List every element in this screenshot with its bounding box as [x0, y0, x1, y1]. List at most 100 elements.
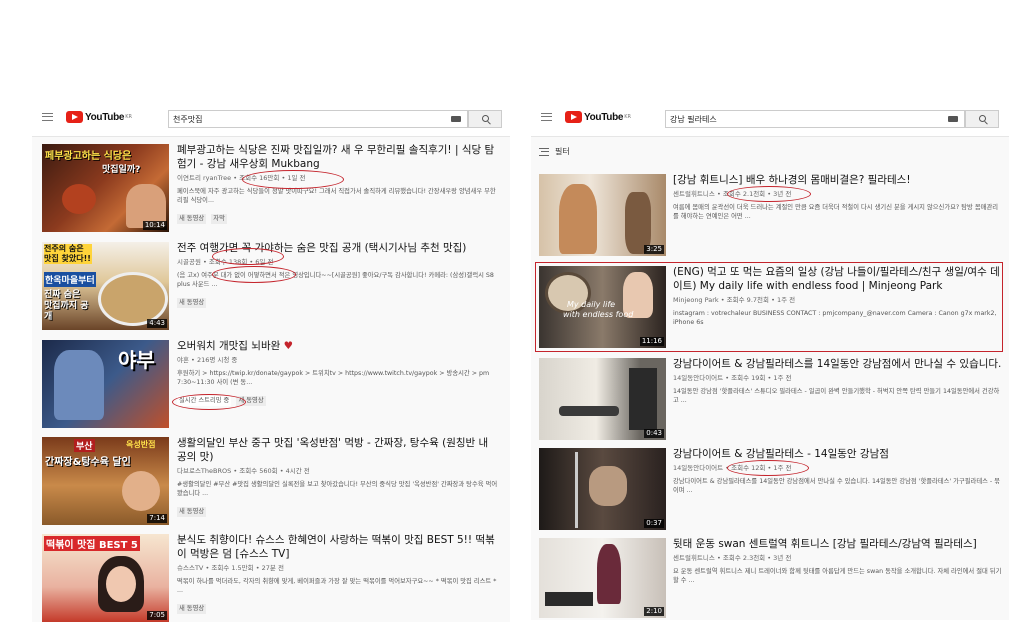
video-thumbnail[interactable]: 0:43	[539, 358, 666, 440]
video-title[interactable]: 강남다이어트 & 강남필라테스를 14일동안 강남점에서 만나실 수 있습니다.	[673, 357, 1003, 371]
new-video-badge: 새 동영상	[236, 396, 266, 406]
keyboard-icon[interactable]	[451, 116, 461, 122]
video-meta: 센트럴휘트니스 • 조회수 2.1천회 • 3년 전	[673, 190, 792, 198]
channel-name[interactable]: Minjeong Park	[673, 296, 719, 304]
filter-label: 필터	[555, 147, 570, 156]
search-input[interactable]: 강남 필라테스	[665, 110, 965, 128]
channel-name[interactable]: 이연트리 ryanTree	[177, 174, 231, 182]
video-description: 떡볶이 하나를 먹더라도, 각자의 취향에 맞게, 베이퍼즐과 가장 잘 맞는 …	[177, 578, 497, 594]
video-title[interactable]: 뒷태 운동 swan 센트럴역 휘트니스 [강남 필라테스/강남역 필라테스]	[673, 537, 1003, 551]
video-info: [강남 휘트니스] 배우 하나경의 몸매비결은? 필라테스! 센트럴휘트니스 •…	[673, 173, 1003, 221]
video-info: 오버워치 개맛집 뇌바완 ♥ 야혼 • 216명 시청 중 후원하기 > htt…	[177, 339, 499, 406]
thumbnail-text: 옥성반점	[126, 440, 156, 449]
video-info: 폐부광고하는 식당은 진짜 맛집일까? 새 우 무한리필 솔직후기! | 식당 …	[177, 143, 499, 224]
thumbnail-text: 떡볶이 맛집 BEST 5	[44, 536, 140, 551]
video-meta: 이연트리 ryanTree • 조회수 16만회 • 1일 전	[177, 174, 306, 182]
video-info: 분식도 취향이다! 슈스스 한혜연이 사랑하는 떡볶이 맛집 BEST 5!! …	[177, 533, 499, 614]
video-title[interactable]: 강남다이어트 & 강남필라테스 - 14일동안 강남점	[673, 447, 1003, 461]
view-count: 조회수 16만회	[239, 174, 280, 182]
video-title[interactable]: 분식도 취향이다! 슈스스 한혜연이 사랑하는 떡볶이 맛집 BEST 5!! …	[177, 533, 499, 561]
video-duration: 11:16	[639, 337, 664, 346]
new-video-badge: 새 동영상	[177, 298, 207, 308]
live-badge: 실시간 스트리밍 중	[177, 396, 232, 406]
channel-name[interactable]: 센트럴휘트니스	[673, 554, 715, 562]
video-duration: 0:37	[644, 519, 664, 528]
video-duration: 7:14	[147, 514, 167, 523]
video-title[interactable]: 폐부광고하는 식당은 진짜 맛집일까? 새 우 무한리필 솔직후기! | 식당 …	[177, 143, 499, 171]
new-video-badge: 새 동영상	[177, 604, 207, 614]
brand-name: YouTube	[85, 111, 125, 123]
thumbnail-text: with endless food	[563, 310, 634, 319]
view-count: 조회수 1.5만회	[211, 564, 254, 572]
top-bar: YouTube KR 천주맛집	[32, 102, 510, 137]
youtube-logo[interactable]: YouTube KR	[66, 111, 132, 123]
video-meta: 슈스스TV • 조회수 1.5만회 • 27분 전	[177, 564, 284, 572]
video-meta: 다브로스TheBROS • 조회수 560회 • 4시간 전	[177, 467, 310, 475]
video-meta: 센트럴휘트니스 • 조회수 2.3천회 • 3년 전	[673, 554, 792, 562]
menu-icon[interactable]	[42, 113, 53, 121]
channel-name[interactable]: 시골공원	[177, 258, 201, 266]
upload-time: 1주 전	[773, 464, 792, 472]
youtube-logo[interactable]: YouTube KR	[565, 111, 631, 123]
upload-time: 3년 전	[773, 190, 792, 198]
thumbnail-text: 부산	[74, 439, 95, 452]
video-description: 후원하기 > https://twip.kr/donate/gaypok > 트…	[177, 370, 490, 386]
live-viewers: 216명 시청 중	[196, 356, 238, 364]
video-meta: 14일동안다이어트 • 조회수 12회 • 1주 전	[673, 464, 792, 472]
video-thumbnail[interactable]: My daily life with endless food 11:16	[539, 266, 666, 348]
search-button[interactable]	[468, 110, 502, 128]
video-thumbnail[interactable]: 부산 옥성반점 간짜장&탕수육 달인 7:14	[42, 437, 169, 525]
video-thumbnail[interactable]: 떡볶이 맛집 BEST 5 7:05	[42, 534, 169, 622]
video-title[interactable]: 생활의달인 부산 중구 맛집 '옥성반점' 먹방 - 간짜장, 탕수육 (원칭반…	[177, 436, 499, 464]
video-title[interactable]: 전주 여행가면 꼭 가야하는 숨은 맛집 공개 (택시기사님 추천 맛집)	[177, 241, 499, 255]
right-youtube-screenshot: YouTube KR 강남 필라테스 필터 3:25 [강남 휘트니스] 배우 …	[531, 102, 1009, 620]
channel-name[interactable]: 슈스스TV	[177, 564, 203, 572]
video-thumbnail[interactable]: 3:25	[539, 174, 666, 256]
video-title[interactable]: (ENG) 먹고 또 먹는 요즘의 일상 (강남 나들이/필라테스/친구 생일/…	[673, 265, 1003, 293]
video-thumbnail[interactable]: 전주의 숨은 맛집 찾았다!! 한옥마을부터 진짜 숨은 맛집까지 공개 4:4…	[42, 242, 169, 330]
upload-time: 1주 전	[776, 296, 796, 304]
video-description: 요 운동 센트럴역 휘트니스 제니 트레이너와 함께 뒷태를 아름답게 만드는 …	[673, 568, 1002, 584]
view-count: 조회수 2.3천회	[722, 554, 766, 562]
thumbnail-text: My daily life	[567, 300, 616, 309]
search-input[interactable]: 천주맛집	[168, 110, 468, 128]
channel-name[interactable]: 센트럴휘트니스	[673, 190, 715, 198]
video-thumbnail[interactable]: 2:10	[539, 538, 666, 618]
top-bar: YouTube KR 강남 필라테스	[531, 102, 1009, 137]
filter-icon	[539, 147, 549, 156]
region-code: KR	[125, 114, 132, 120]
video-title-text: 오버워치 개맛집 뇌바완	[177, 340, 281, 352]
upload-time: 3년 전	[773, 554, 792, 562]
video-info: 생활의달인 부산 중구 맛집 '옥성반점' 먹방 - 간짜장, 탕수육 (원칭반…	[177, 436, 499, 517]
channel-name[interactable]: 14일동안다이어트	[673, 374, 723, 382]
heart-icon: ♥	[283, 340, 294, 352]
channel-name[interactable]: 야혼	[177, 356, 189, 364]
video-thumbnail[interactable]: 페부광고하는 식당은 맛집일까? 10:14	[42, 144, 169, 232]
channel-name[interactable]: 14일동안다이어트	[673, 464, 723, 472]
thumbnail-text: 간짜장&탕수육 달인	[45, 457, 131, 468]
video-duration: 10:14	[142, 221, 167, 230]
thumbnail-text: 맛집일까?	[102, 165, 141, 175]
view-count: 조회수 9.7천회	[726, 296, 769, 304]
youtube-logo-icon	[66, 111, 83, 123]
video-thumbnail[interactable]: 0:37	[539, 448, 666, 530]
video-title[interactable]: [강남 휘트니스] 배우 하나경의 몸매비결은? 필라테스!	[673, 173, 1003, 187]
video-duration: 4:43	[147, 319, 167, 328]
filter-button[interactable]: 필터	[539, 146, 570, 157]
video-description: 여름에 몸매의 윤곽선이 더욱 드러나는 계절인 만큼 요즘 더욱더 적철이 다…	[673, 204, 999, 220]
thumbnail-text: 전주의 숨은 맛집 찾았다!!	[44, 244, 92, 264]
video-thumbnail[interactable]: 야부	[42, 340, 169, 428]
upload-time: 6일 전	[255, 258, 274, 266]
search-button[interactable]	[965, 110, 999, 128]
thumbnail-text: 진짜 숨은 맛집까지 공개	[44, 290, 89, 322]
video-info: 뒷태 운동 swan 센트럴역 휘트니스 [강남 필라테스/강남역 필라테스] …	[673, 537, 1003, 585]
video-info: 강남다이어트 & 강남필라테스 - 14일동안 강남점 14일동안다이어트 • …	[673, 447, 1003, 495]
video-meta: Minjeong Park • 조회수 9.7천회 • 1주 전	[673, 296, 796, 304]
region-code: KR	[624, 114, 631, 120]
new-video-badge: 새 동영상	[177, 214, 207, 224]
menu-icon[interactable]	[541, 113, 552, 121]
channel-name[interactable]: 다브로스TheBROS	[177, 467, 231, 475]
video-title[interactable]: 오버워치 개맛집 뇌바완 ♥	[177, 339, 499, 353]
video-duration: 2:10	[644, 607, 664, 616]
keyboard-icon[interactable]	[948, 116, 958, 122]
